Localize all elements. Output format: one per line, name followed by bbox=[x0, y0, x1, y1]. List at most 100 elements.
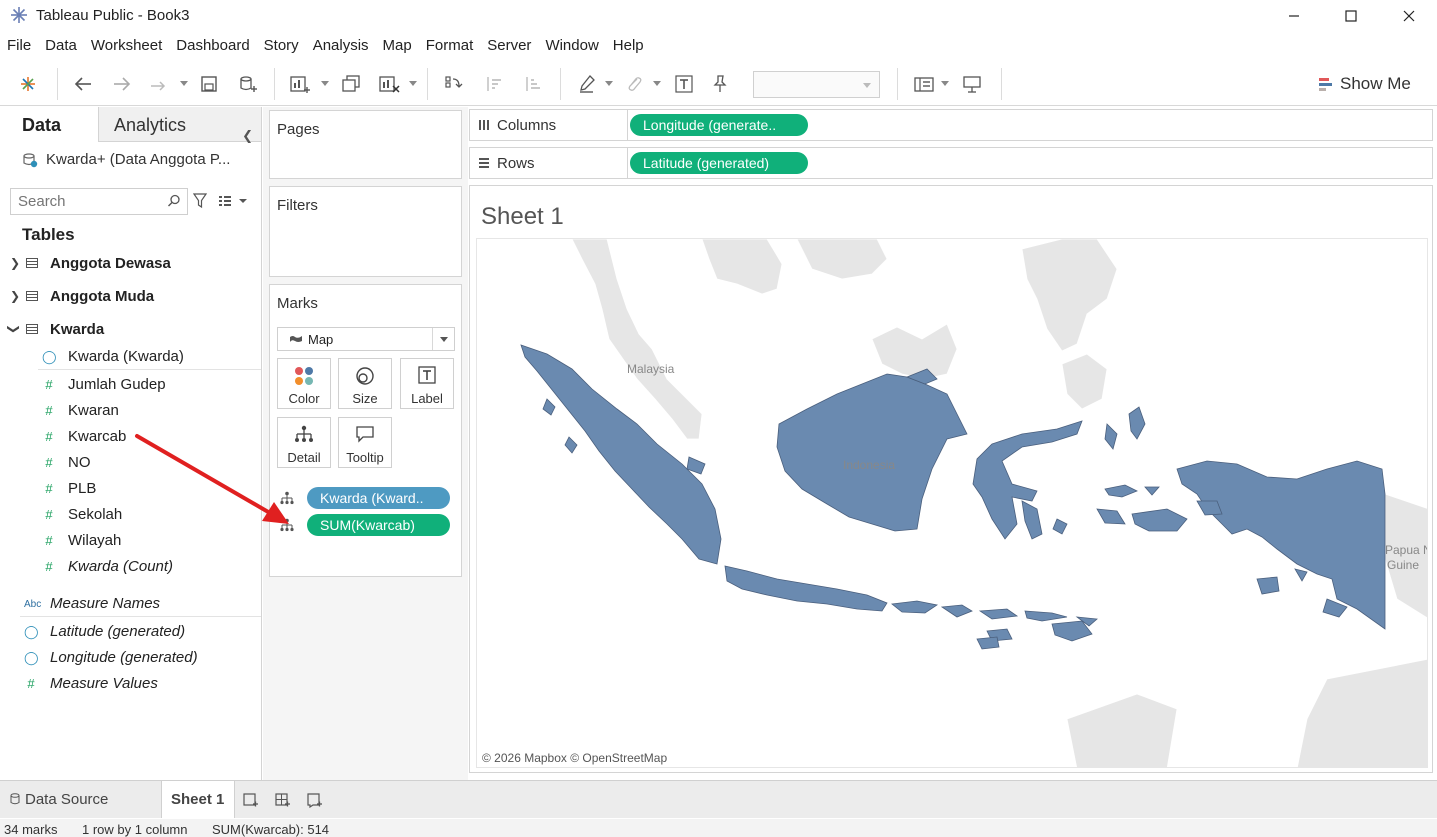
new-worksheet-icon bbox=[290, 76, 310, 93]
map-view[interactable]: Malaysia Indonesia Papua N Guine © 2026 … bbox=[476, 238, 1428, 768]
table-item[interactable]: ❯ Kwarda bbox=[0, 318, 261, 342]
menu-story[interactable]: Story bbox=[256, 34, 305, 58]
label-button[interactable]: Label bbox=[400, 358, 454, 409]
field-item[interactable]: # Jumlah Gudep bbox=[0, 373, 261, 397]
group-dropdown[interactable] bbox=[653, 81, 661, 86]
collapse-pane-icon[interactable]: ❮ bbox=[242, 118, 253, 154]
menu-worksheet[interactable]: Worksheet bbox=[83, 34, 168, 58]
menu-format[interactable]: Format bbox=[418, 34, 480, 58]
maximize-button[interactable] bbox=[1328, 0, 1374, 32]
tables-header: Tables bbox=[22, 225, 75, 244]
group-members-button[interactable] bbox=[622, 72, 646, 96]
field-item[interactable]: # Kwaran bbox=[0, 399, 261, 423]
tooltip-button[interactable]: Tooltip bbox=[338, 417, 392, 468]
close-button[interactable] bbox=[1386, 0, 1432, 32]
menu-window[interactable]: Window bbox=[537, 34, 604, 58]
presentation-mode-button[interactable] bbox=[960, 72, 984, 96]
chevron-down-icon[interactable] bbox=[432, 328, 454, 350]
field-name: Sekolah bbox=[68, 506, 123, 523]
field-item[interactable]: # PLB bbox=[0, 477, 261, 501]
table-item[interactable]: ❯ Anggota Dewasa bbox=[0, 252, 261, 276]
highlight-button[interactable] bbox=[575, 72, 599, 96]
field-name: PLB bbox=[68, 480, 97, 497]
replay-dropdown[interactable] bbox=[180, 81, 188, 86]
size-button[interactable]: Size bbox=[338, 358, 392, 409]
sum-kwarcab-pill[interactable]: SUM(Kwarcab) bbox=[307, 514, 450, 536]
columns-shelf[interactable]: Columns Longitude (generate.. bbox=[469, 109, 1433, 141]
status-sum: SUM(Kwarcab): 514 bbox=[212, 822, 330, 837]
field-item[interactable]: Abc Measure Names bbox=[0, 592, 261, 616]
replay-button[interactable] bbox=[147, 72, 171, 96]
measure-icon: # bbox=[27, 676, 35, 691]
table-item[interactable]: ❯ Anggota Muda bbox=[0, 285, 261, 309]
data-source-tab[interactable]: Data Source bbox=[0, 781, 160, 818]
map-attribution[interactable]: © 2026 Mapbox © OpenStreetMap bbox=[482, 751, 667, 765]
field-item[interactable]: # Sekolah bbox=[0, 503, 261, 527]
field-item[interactable]: ◯ Longitude (generated) bbox=[0, 646, 261, 670]
longitude-pill[interactable]: Longitude (generate.. bbox=[630, 114, 808, 136]
rows-shelf[interactable]: Rows Latitude (generated) bbox=[469, 147, 1433, 179]
menu-server[interactable]: Server bbox=[479, 34, 537, 58]
field-item[interactable]: # NO bbox=[0, 451, 261, 475]
field-item[interactable]: # Measure Values bbox=[0, 672, 261, 696]
mark-type-dropdown[interactable]: Map bbox=[277, 327, 455, 351]
field-name: Wilayah bbox=[68, 532, 122, 549]
clear-sheet-button[interactable] bbox=[377, 72, 401, 96]
redo-button[interactable] bbox=[110, 72, 134, 96]
chevron-down-icon[interactable]: ❯ bbox=[7, 324, 21, 334]
menu-dashboard[interactable]: Dashboard bbox=[168, 34, 255, 58]
show-cards-button[interactable] bbox=[912, 72, 936, 96]
tab-data[interactable]: Data bbox=[0, 107, 98, 142]
menu-data[interactable]: Data bbox=[37, 34, 83, 58]
sort-ascending-button[interactable] bbox=[481, 72, 505, 96]
filters-card[interactable]: Filters bbox=[269, 186, 462, 277]
menu-help[interactable]: Help bbox=[605, 34, 650, 58]
field-item[interactable]: # Kwarda (Count) bbox=[0, 555, 261, 579]
chevron-right-icon[interactable]: ❯ bbox=[10, 256, 20, 270]
search-input[interactable] bbox=[11, 189, 161, 214]
minimize-button[interactable] bbox=[1271, 0, 1317, 32]
table-icon bbox=[26, 324, 38, 334]
new-datasource-button[interactable] bbox=[236, 72, 260, 96]
show-mark-labels-button[interactable] bbox=[672, 72, 696, 96]
view-options-icon[interactable] bbox=[218, 195, 248, 207]
field-item[interactable]: ◯ Kwarda (Kwarda) bbox=[0, 345, 261, 369]
new-worksheet-dropdown[interactable] bbox=[321, 81, 329, 86]
swap-rows-columns-button[interactable] bbox=[441, 72, 465, 96]
show-me-button[interactable]: Show Me bbox=[1318, 73, 1411, 95]
tab-analytics[interactable]: Analytics ❮ bbox=[98, 107, 261, 143]
menu-analysis[interactable]: Analysis bbox=[305, 34, 375, 58]
new-dashboard-icon[interactable] bbox=[275, 792, 291, 808]
field-search-box[interactable] bbox=[10, 188, 188, 215]
field-item[interactable]: # Kwarcab bbox=[0, 425, 261, 449]
detail-button[interactable]: Detail bbox=[277, 417, 331, 468]
label-icon bbox=[418, 366, 436, 384]
chevron-right-icon[interactable]: ❯ bbox=[10, 289, 20, 303]
measure-icon: # bbox=[45, 559, 53, 574]
new-worksheet-icon[interactable] bbox=[243, 792, 259, 808]
sort-descending-button[interactable] bbox=[520, 72, 544, 96]
menu-file[interactable]: File bbox=[0, 34, 37, 58]
highlight-dropdown[interactable] bbox=[605, 81, 613, 86]
fix-axes-button[interactable] bbox=[708, 72, 732, 96]
latitude-pill[interactable]: Latitude (generated) bbox=[630, 152, 808, 174]
filter-icon[interactable] bbox=[193, 193, 207, 209]
kwarda-detail-pill[interactable]: Kwarda (Kward.. bbox=[307, 487, 450, 509]
datasource-item[interactable]: Kwarda+ (Data Anggota P... bbox=[22, 151, 230, 168]
field-item[interactable]: # Wilayah bbox=[0, 529, 261, 553]
duplicate-sheet-button[interactable] bbox=[339, 72, 363, 96]
pages-card[interactable]: Pages bbox=[269, 110, 462, 179]
color-button[interactable]: Color bbox=[277, 358, 331, 409]
sheet1-tab[interactable]: Sheet 1 bbox=[161, 781, 235, 818]
cards-dropdown[interactable] bbox=[941, 81, 949, 86]
save-button[interactable] bbox=[197, 72, 221, 96]
new-story-icon[interactable] bbox=[307, 792, 323, 808]
clear-dropdown[interactable] bbox=[409, 81, 417, 86]
menu-map[interactable]: Map bbox=[375, 34, 418, 58]
fit-selector[interactable] bbox=[753, 71, 880, 98]
new-worksheet-button[interactable] bbox=[288, 72, 312, 96]
undo-button[interactable] bbox=[71, 72, 95, 96]
field-item[interactable]: ◯ Latitude (generated) bbox=[0, 620, 261, 644]
rows-label: Rows bbox=[497, 155, 535, 172]
tableau-logo-button[interactable] bbox=[16, 72, 40, 96]
